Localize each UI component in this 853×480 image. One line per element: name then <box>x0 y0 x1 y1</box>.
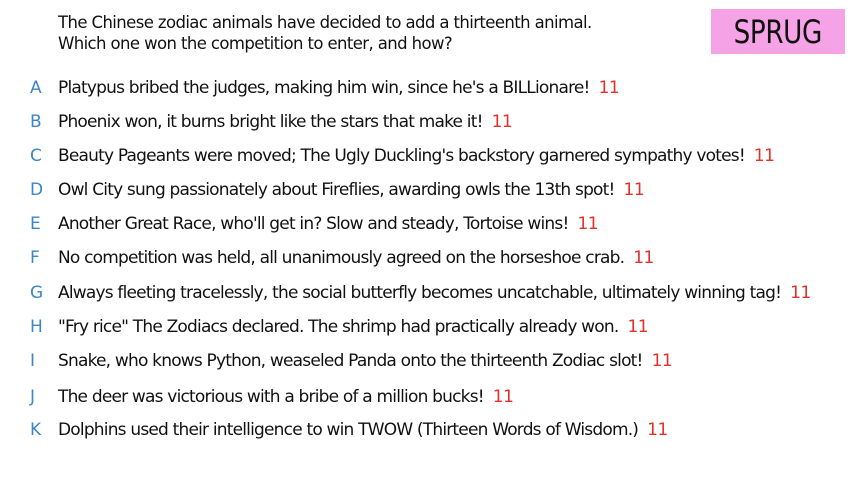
response-text-wrapper: Phoenix won, it burns bright like the st… <box>58 110 513 134</box>
word-count: 11 <box>651 351 673 371</box>
response-text: Another Great Race, who'll get in? Slow … <box>58 214 569 234</box>
response-text: Snake, who knows Python, weaseled Panda … <box>58 351 643 371</box>
response-row-c: C Beauty Pageants were moved; The Ugly D… <box>0 144 853 168</box>
response-text-wrapper: Always fleeting tracelessly, the social … <box>58 281 811 305</box>
response-letter: J <box>30 387 36 407</box>
response-letter: F <box>30 248 40 268</box>
response-text-wrapper: Another Great Race, who'll get in? Slow … <box>58 212 599 236</box>
word-count: 11 <box>753 146 775 166</box>
response-letter: G <box>30 283 44 303</box>
response-row-a: A Platypus bribed the judges, making him… <box>0 76 853 100</box>
response-text: Dolphins used their intelligence to win … <box>58 420 639 440</box>
response-text: Owl City sung passionately about Firefli… <box>58 180 615 200</box>
response-letter: D <box>30 180 44 200</box>
word-count: 11 <box>623 180 645 200</box>
response-letter: E <box>30 214 41 234</box>
response-letter: B <box>30 112 42 132</box>
response-text-wrapper: Dolphins used their intelligence to win … <box>58 418 668 442</box>
response-letter: A <box>30 78 42 98</box>
response-letter: C <box>30 146 42 166</box>
response-text: No competition was held, all unanimously… <box>58 248 625 268</box>
response-text: "Fry rice" The Zodiacs declared. The shr… <box>58 317 619 337</box>
response-text: Beauty Pageants were moved; The Ugly Duc… <box>58 146 746 166</box>
response-row-j: J The deer was victorious with a bribe o… <box>0 385 853 409</box>
response-row-b: B Phoenix won, it burns bright like the … <box>0 110 853 134</box>
response-text: The deer was victorious with a bribe of … <box>58 387 485 407</box>
word-count: 11 <box>577 214 599 234</box>
response-letter: H <box>30 317 43 337</box>
response-text-wrapper: The deer was victorious with a bribe of … <box>58 385 514 409</box>
word-count: 11 <box>790 283 811 303</box>
word-count: 11 <box>491 112 513 132</box>
response-row-f: F No competition was held, all unanimous… <box>0 246 853 270</box>
word-count: 11 <box>492 387 514 407</box>
response-row-k: K Dolphins used their intelligence to wi… <box>0 418 853 442</box>
response-letter: K <box>30 420 42 440</box>
response-text-wrapper: Owl City sung passionately about Firefli… <box>58 178 645 202</box>
response-text-wrapper: No competition was held, all unanimously… <box>58 246 654 270</box>
response-row-i: I Snake, who knows Python, weaseled Pand… <box>0 349 853 373</box>
response-row-g: G Always fleeting tracelessly, the socia… <box>0 281 853 305</box>
response-row-e: E Another Great Race, who'll get in? Slo… <box>0 212 853 236</box>
response-text: Phoenix won, it burns bright like the st… <box>58 112 483 132</box>
word-count: 11 <box>627 317 649 337</box>
word-count: 11 <box>647 420 668 440</box>
response-text-wrapper: Snake, who knows Python, weaseled Panda … <box>58 349 673 373</box>
response-text-wrapper: "Fry rice" The Zodiacs declared. The shr… <box>58 315 649 339</box>
response-list: A Platypus bribed the judges, making him… <box>0 0 853 480</box>
response-text-wrapper: Platypus bribed the judges, making him w… <box>58 76 620 100</box>
response-letter: I <box>30 351 36 371</box>
response-row-h: H "Fry rice" The Zodiacs declared. The s… <box>0 315 853 339</box>
response-row-d: D Owl City sung passionately about Firef… <box>0 178 853 202</box>
word-count: 11 <box>598 78 620 98</box>
response-text: Platypus bribed the judges, making him w… <box>58 78 590 98</box>
response-text: Always fleeting tracelessly, the social … <box>58 283 782 303</box>
response-text-wrapper: Beauty Pageants were moved; The Ugly Duc… <box>58 144 775 168</box>
word-count: 11 <box>633 248 654 268</box>
